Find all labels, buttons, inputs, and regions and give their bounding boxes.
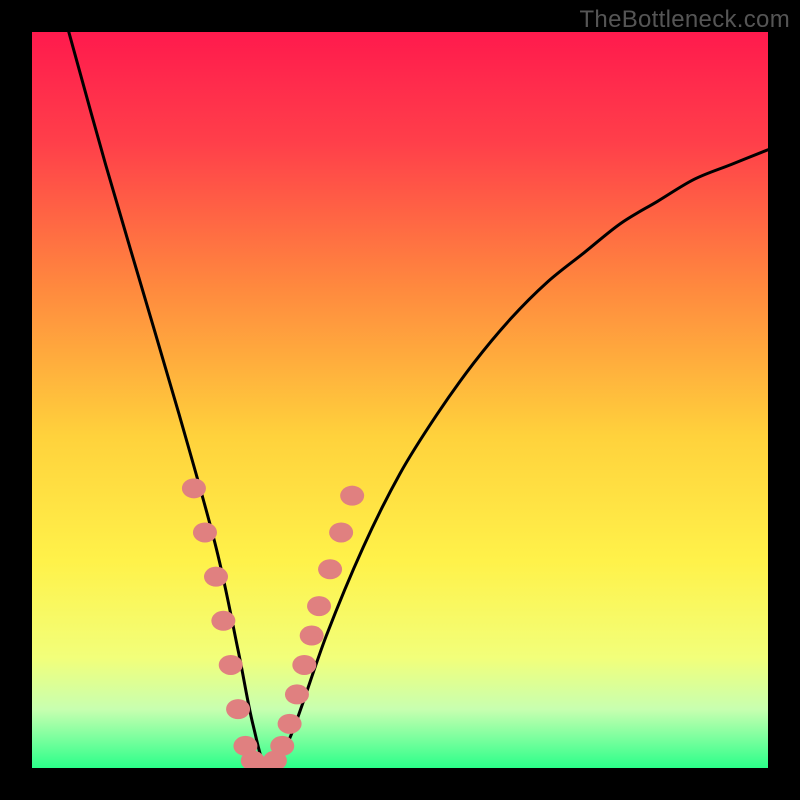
marker-point	[204, 567, 228, 587]
marker-point	[182, 478, 206, 498]
curve-layer	[32, 32, 768, 768]
marker-point	[278, 714, 302, 734]
watermark-text: TheBottleneck.com	[579, 6, 790, 34]
bottleneck-curve	[69, 32, 768, 768]
marker-point	[329, 522, 353, 542]
marker-point	[211, 611, 235, 631]
marker-point	[285, 684, 309, 704]
marker-point	[318, 559, 342, 579]
marker-point	[340, 486, 364, 506]
plot-area	[32, 32, 768, 768]
marker-point	[300, 626, 324, 646]
marker-point	[226, 699, 250, 719]
marker-point	[307, 596, 331, 616]
marker-point	[219, 655, 243, 675]
marker-point	[292, 655, 316, 675]
marker-point	[270, 736, 294, 756]
marker-point	[193, 522, 217, 542]
chart-frame: TheBottleneck.com	[0, 0, 800, 800]
